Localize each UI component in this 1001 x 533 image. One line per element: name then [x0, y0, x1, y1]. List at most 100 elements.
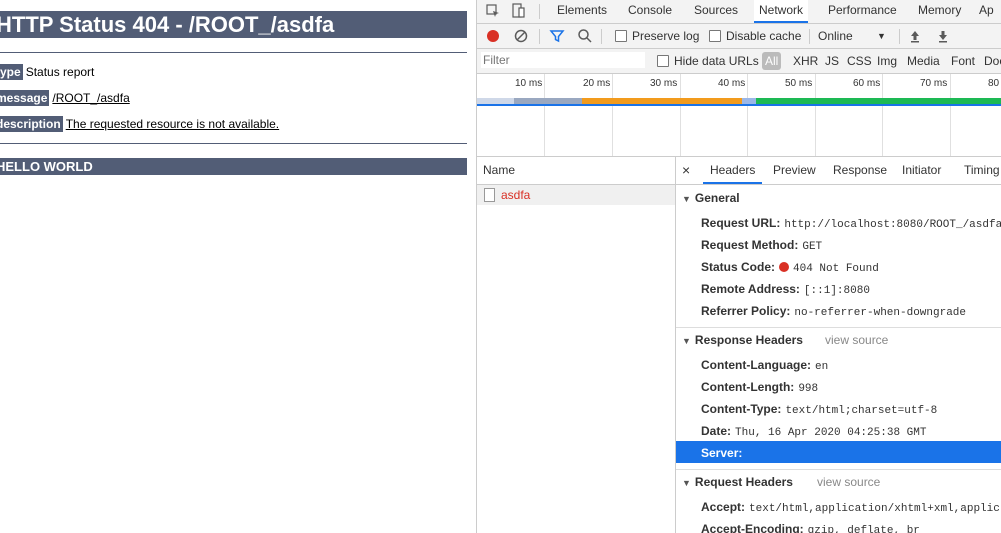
tick-label: 60 ms	[853, 78, 881, 89]
filter-icon[interactable]	[549, 28, 565, 44]
header-row: Request Method: GET	[701, 234, 822, 256]
hide-data-urls-checkbox[interactable]	[657, 55, 669, 67]
header-value: 404 Not Found	[793, 263, 879, 275]
download-icon[interactable]	[935, 28, 951, 44]
general-section-header[interactable]: ▼ General	[682, 191, 740, 205]
tick-label: 40 ms	[718, 78, 746, 89]
header-row: Request URL: http://localhost:8080/ROOT_/…	[701, 212, 1001, 234]
timeline-domcontent-line	[477, 104, 1001, 106]
header-value: 998	[798, 383, 819, 395]
filter-input[interactable]	[481, 52, 645, 68]
status-error-icon	[779, 262, 790, 272]
tick-label: 70 ms	[920, 78, 948, 89]
divider	[0, 143, 467, 144]
section-title: Response Headers	[694, 333, 803, 347]
hide-data-urls-label: Hide data URLs	[674, 54, 759, 68]
throttle-chevron-icon[interactable]: ▼	[877, 28, 886, 44]
tab-application[interactable]: Ap	[979, 0, 994, 23]
tab-response[interactable]: Response	[833, 157, 887, 184]
divider	[676, 327, 1001, 328]
expand-triangle-icon: ▼	[682, 336, 691, 346]
header-value: text/html;charset=utf-8	[785, 405, 938, 417]
tab-console[interactable]: Console	[628, 0, 672, 23]
header-value: en	[815, 361, 829, 373]
header-key: Remote Address:	[701, 282, 800, 296]
request-headers-section-header[interactable]: ▼ Request Headers	[682, 475, 793, 489]
header-value: http://localhost:8080/ROOT_/asdfa	[784, 219, 1001, 231]
message-row: message/ROOT_/asdfa	[0, 90, 130, 106]
view-source-link[interactable]: view source	[825, 333, 888, 347]
header-row: Server:	[701, 442, 746, 464]
page-title: HTTP Status 404 - /ROOT_/asdfa	[0, 11, 467, 38]
request-detail: × Headers Preview Response Initiator Tim…	[676, 157, 1001, 533]
header-value: [::1]:8080	[803, 285, 870, 297]
filter-type-font[interactable]: Font	[951, 53, 975, 69]
tab-network[interactable]: Network	[754, 0, 809, 23]
inspect-element-icon[interactable]	[485, 3, 501, 19]
header-value: text/html,application/xhtml+xml,applic	[749, 503, 1000, 515]
filter-type-media[interactable]: Media	[907, 53, 940, 69]
name-column-header[interactable]: Name	[477, 157, 675, 185]
header-row: Accept-Encoding: gzip, deflate, br	[701, 518, 920, 533]
response-headers-section-header[interactable]: ▼ Response Headers	[682, 333, 803, 347]
record-icon[interactable]	[485, 28, 501, 44]
filter-type-js[interactable]: JS	[825, 53, 839, 69]
close-icon[interactable]: ×	[682, 157, 690, 184]
separator	[539, 4, 540, 19]
error-page: HTTP Status 404 - /ROOT_/asdfa typeStatu…	[0, 0, 476, 533]
expand-triangle-icon: ▼	[682, 478, 691, 488]
tab-headers[interactable]: Headers	[703, 157, 763, 184]
tick-label: 50 ms	[785, 78, 813, 89]
header-row: Status Code: 404 Not Found	[701, 256, 879, 278]
header-key: Accept:	[701, 500, 746, 514]
header-key: Referrer Policy:	[701, 304, 791, 318]
gridline	[882, 74, 883, 156]
header-row: Content-Length: 998	[701, 376, 818, 398]
section-title: General	[694, 191, 740, 205]
tab-initiator[interactable]: Initiator	[902, 157, 941, 184]
filter-type-img[interactable]: Img	[877, 53, 897, 69]
tab-sources[interactable]: Sources	[694, 0, 738, 23]
network-timeline[interactable]: 10 ms 20 ms 30 ms 40 ms 50 ms 60 ms 70 m…	[477, 74, 1001, 157]
gridline	[544, 74, 545, 156]
description-value: The requested resource is not available.	[65, 117, 280, 131]
message-label: message	[0, 90, 50, 106]
throttle-select[interactable]: Online	[818, 28, 853, 44]
filter-type-xhr[interactable]: XHR	[793, 53, 818, 69]
header-value: GET	[802, 241, 823, 253]
disable-cache-checkbox[interactable]	[709, 30, 721, 42]
clear-icon[interactable]	[513, 28, 529, 44]
message-value: /ROOT_/asdfa	[52, 91, 130, 105]
type-value: Status report	[25, 65, 95, 79]
header-key: Server:	[701, 446, 743, 460]
filter-bar: Hide data URLs All XHR JS CSS Img Media …	[477, 49, 1001, 74]
tick-label: 10 ms	[515, 78, 543, 89]
preserve-log-label: Preserve log	[632, 29, 700, 43]
device-toggle-icon[interactable]	[510, 3, 526, 19]
tab-preview[interactable]: Preview	[773, 157, 816, 184]
detail-tabbar: × Headers Preview Response Initiator Tim…	[676, 157, 1001, 185]
description-row: description The requested resource is not…	[0, 116, 279, 132]
upload-icon[interactable]	[907, 28, 923, 44]
header-row: Referrer Policy: no-referrer-when-downgra…	[701, 300, 966, 322]
header-value: no-referrer-when-downgrade	[794, 307, 967, 319]
file-icon	[484, 188, 495, 202]
header-row: Date: Thu, 16 Apr 2020 04:25:38 GMT	[701, 420, 926, 442]
header-key: Request URL:	[701, 216, 781, 230]
tab-performance[interactable]: Performance	[828, 0, 897, 23]
tick-label: 80	[988, 78, 1000, 89]
view-source-link[interactable]: view source	[817, 475, 880, 489]
header-key: Status Code:	[701, 260, 776, 274]
preserve-log-checkbox[interactable]	[615, 30, 627, 42]
filter-type-all[interactable]: All	[762, 52, 782, 70]
request-row[interactable]: asdfa	[477, 185, 675, 205]
tab-memory[interactable]: Memory	[918, 0, 961, 23]
tab-timing[interactable]: Timing	[964, 157, 1000, 184]
tab-elements[interactable]: Elements	[557, 0, 607, 23]
separator	[809, 29, 810, 44]
filter-type-doc[interactable]: Doc	[984, 53, 1001, 69]
header-key: Content-Language:	[701, 358, 811, 372]
tick-label: 20 ms	[583, 78, 611, 89]
filter-type-css[interactable]: CSS	[847, 53, 872, 69]
search-icon[interactable]	[577, 28, 593, 44]
